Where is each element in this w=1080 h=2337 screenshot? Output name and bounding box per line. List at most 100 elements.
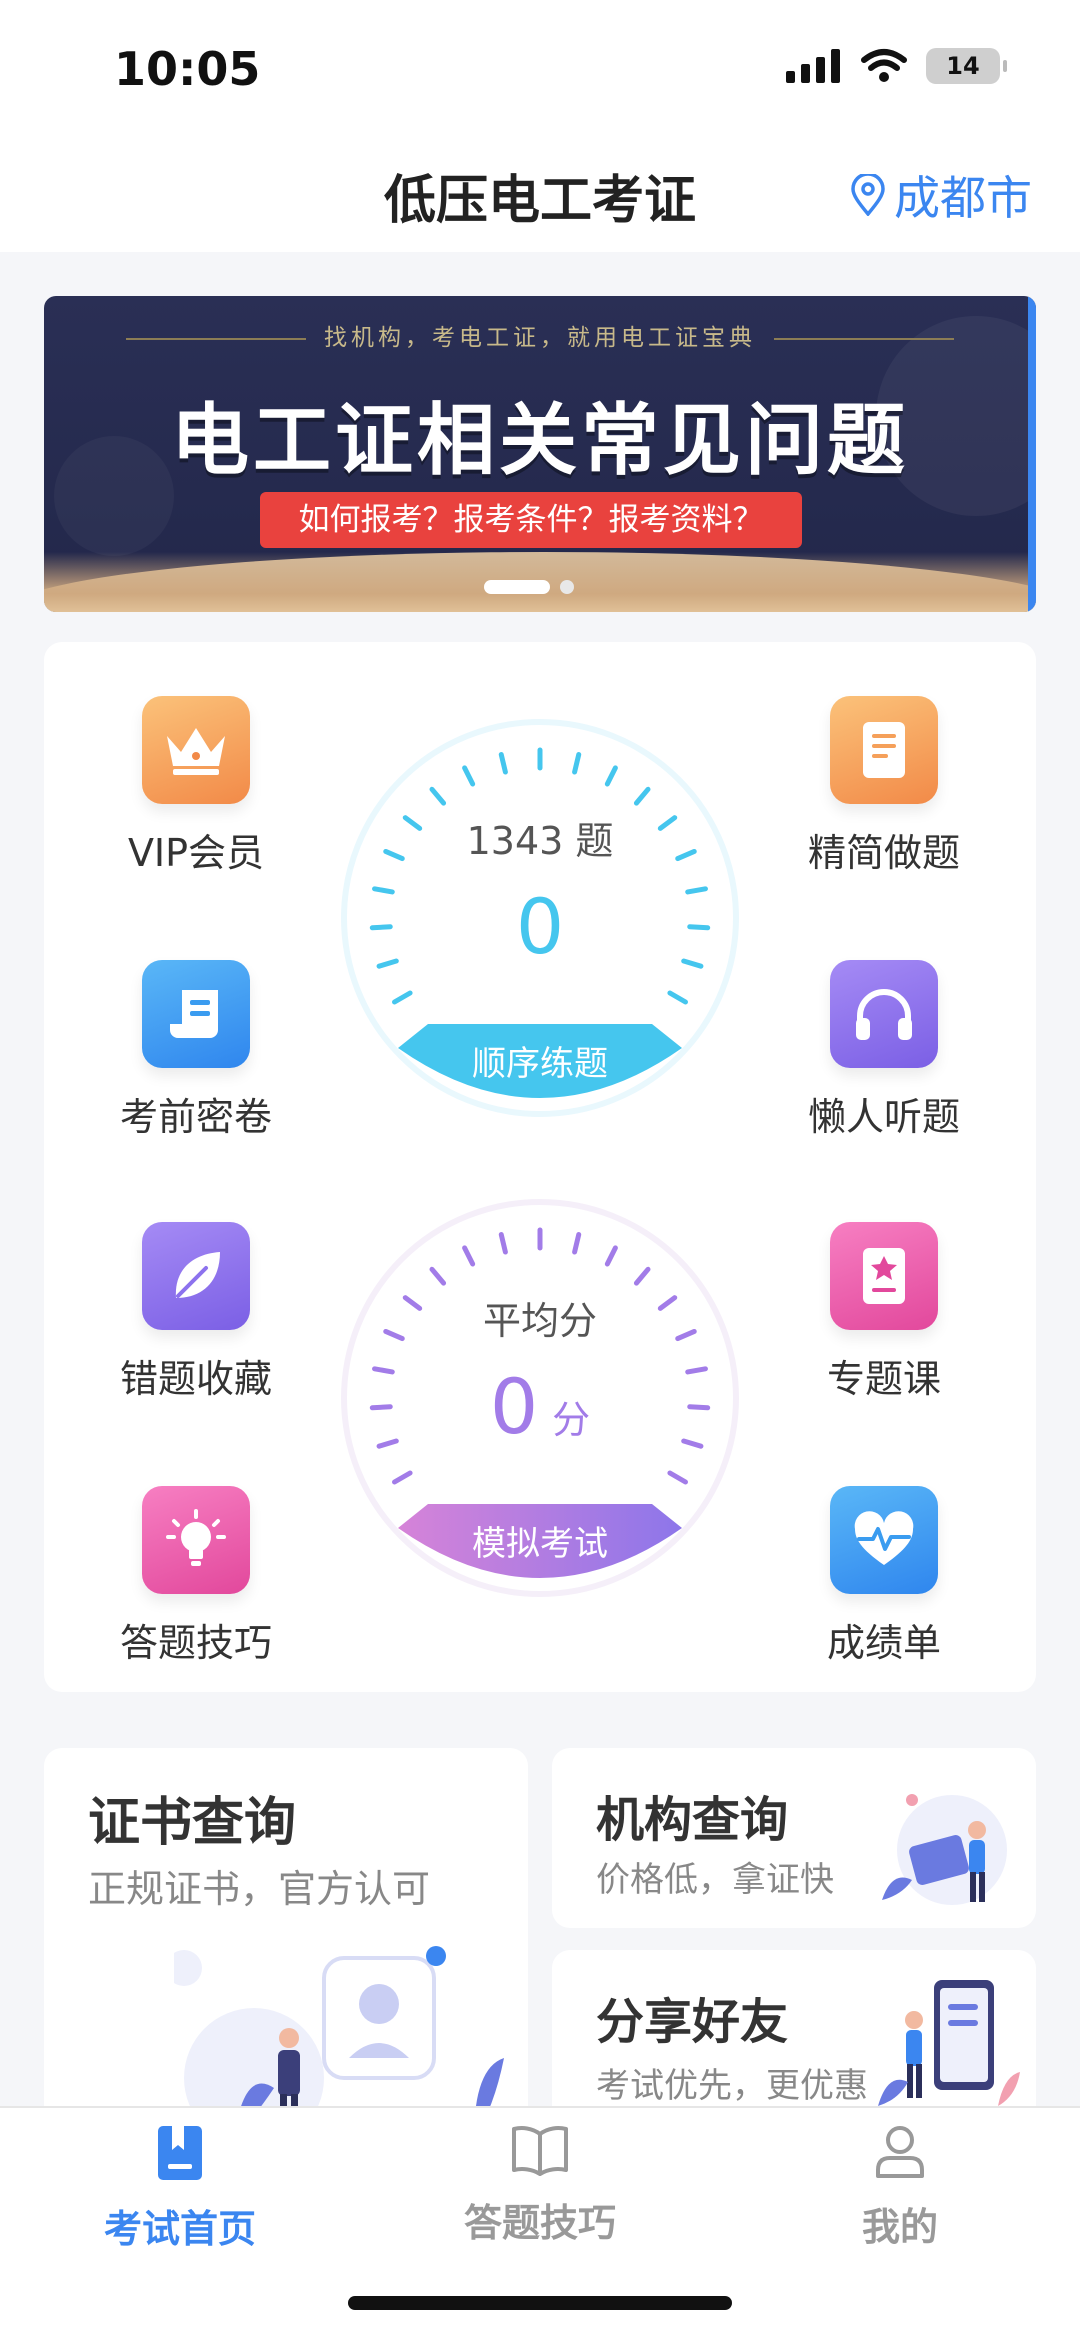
share-friends-title: 分享好友	[596, 1994, 789, 2050]
banner-tagline: 找机构，考电工证，就用电工证宝典	[44, 318, 1036, 352]
simplified-tile	[830, 696, 938, 804]
battery-icon: 14	[926, 48, 1007, 84]
institution-illustration	[882, 1794, 1007, 1905]
share-illustration	[878, 1980, 1020, 2106]
location-pin-icon	[851, 174, 885, 216]
battery-level: 14	[946, 52, 980, 80]
feature-label: 专题课	[826, 1357, 941, 1401]
certificate-query-card[interactable]: 证书查询 正规证书，官方认可	[44, 1748, 528, 2148]
carousel-dot[interactable]	[560, 580, 574, 594]
institution-query-subtitle: 价格低，拿证快	[596, 1860, 834, 1900]
city-selector[interactable]: 成都市	[850, 162, 1032, 228]
gauge-tick	[429, 1266, 447, 1286]
home-indicator	[348, 2296, 732, 2310]
tab-mine[interactable]: 我的	[780, 2124, 1020, 2251]
gauge-tick	[604, 1245, 618, 1267]
certificate-query-title: 证书查询	[88, 1793, 297, 1853]
divider	[774, 337, 954, 340]
wifi-icon	[861, 49, 907, 82]
topic-course-tile	[830, 1222, 938, 1330]
average-score-value: 0分	[340, 1362, 740, 1451]
feature-topic-course[interactable]: 专题课	[774, 1222, 994, 1403]
app-header: 低压电工考证 成都市	[0, 140, 1080, 252]
report-card-tile	[830, 1486, 938, 1594]
feature-label: 错题收藏	[119, 1357, 272, 1401]
practice-dial[interactable]: 1343 题 0 顺序练题	[340, 718, 740, 1118]
open-book-icon	[512, 2126, 568, 2176]
wrong-questions-tile	[142, 1222, 250, 1330]
gauge-tick	[667, 990, 688, 1005]
tab-mine-label: 我的	[861, 2205, 938, 2249]
share-friends-subtitle: 考试优先，更优惠	[596, 2066, 868, 2106]
carousel-dot-active[interactable]	[484, 580, 550, 594]
gauge-tick	[462, 765, 476, 787]
exam-paper-tile	[142, 960, 250, 1068]
tab-answer-tips-label: 答题技巧	[463, 2201, 616, 2245]
score-unit: 分	[552, 1398, 591, 1442]
feature-label: 考前密卷	[119, 1095, 272, 1139]
status-bar: 10:05 14	[0, 0, 1080, 140]
gauge-tick	[633, 1266, 651, 1286]
banner-edge	[1028, 296, 1036, 612]
feature-label: VIP会员	[127, 831, 265, 875]
feature-wrong-questions[interactable]: 错题收藏	[86, 1222, 306, 1403]
average-score-label: 平均分	[482, 1299, 597, 1343]
gauge-tick	[429, 786, 447, 806]
gauge-tick	[667, 1470, 688, 1485]
badge-book-icon	[863, 1248, 905, 1304]
crown-icon	[167, 728, 225, 775]
feature-label: 懒人听题	[807, 1095, 960, 1139]
lightbulb-icon	[166, 1509, 226, 1566]
feature-report-card[interactable]: 成绩单	[774, 1486, 994, 1667]
carousel-indicator[interactable]	[484, 580, 574, 594]
tab-answer-tips[interactable]: 答题技巧	[420, 2124, 660, 2247]
feature-vip[interactable]: VIP会员	[86, 696, 306, 877]
feature-exam-paper[interactable]: 考前密卷	[86, 960, 306, 1141]
feature-label: 答题技巧	[119, 1621, 272, 1665]
gauge-tick	[392, 1470, 413, 1485]
status-icons: 14	[786, 48, 1007, 84]
gauge-tick	[498, 1232, 508, 1255]
gauge-tick	[462, 1245, 476, 1267]
user-icon	[876, 2126, 924, 2178]
sequential-practice-label: 顺序练题	[472, 1044, 608, 1084]
book-bookmark-icon	[158, 2126, 202, 2180]
practice-progress-value: 0	[515, 882, 565, 971]
sequential-practice-button[interactable]: 顺序练题	[398, 1024, 682, 1116]
gauge-tick	[604, 765, 618, 787]
institution-query-card[interactable]: 机构查询 价格低，拿证快	[552, 1748, 1036, 1928]
document-icon	[863, 722, 905, 778]
feature-panel: VIP会员 考前密卷 错题收藏 答题技巧 精简做题 懒人听题 专题课 成绩单 1…	[44, 642, 1036, 1692]
certificate-query-subtitle: 正规证书，官方认可	[88, 1867, 431, 1911]
mock-exam-label: 模拟考试	[472, 1524, 608, 1564]
exam-dial[interactable]: 平均分 0分 模拟考试	[340, 1198, 740, 1598]
gauge-tick	[572, 752, 582, 775]
feature-label: 成绩单	[826, 1621, 941, 1665]
feature-listen[interactable]: 懒人听题	[774, 960, 994, 1141]
tab-exam-home[interactable]: 考试首页	[60, 2124, 300, 2253]
status-time: 10:05	[114, 42, 261, 96]
gauge-tick	[633, 786, 651, 806]
gauge-tick	[392, 990, 413, 1005]
answer-tips-tile	[142, 1486, 250, 1594]
promo-banner[interactable]: 找机构，考电工证，就用电工证宝典 电工证相关常见问题 如何报考？报考条件？报考资…	[44, 296, 1036, 612]
listen-tile	[830, 960, 938, 1068]
institution-query-title: 机构查询	[596, 1792, 789, 1848]
signal-icon	[786, 49, 840, 83]
tab-exam-home-label: 考试首页	[103, 2207, 256, 2251]
gauge-tick	[572, 1232, 582, 1255]
vip-tile	[142, 696, 250, 804]
average-score-number: 0	[489, 1362, 539, 1451]
heart-pulse-icon	[854, 1511, 914, 1565]
question-count: 1343 题	[466, 819, 614, 863]
divider	[126, 337, 306, 340]
banner-pill: 如何报考？报考条件？报考资料？	[260, 492, 802, 548]
mock-exam-button[interactable]: 模拟考试	[398, 1504, 682, 1596]
leaf-icon	[175, 1252, 220, 1298]
feature-label: 精简做题	[807, 831, 960, 875]
city-name: 成都市	[894, 171, 1032, 225]
feature-simplified[interactable]: 精简做题	[774, 696, 994, 877]
scroll-icon	[170, 990, 218, 1038]
feature-answer-tips[interactable]: 答题技巧	[86, 1486, 306, 1667]
banner-tagline-text: 找机构，考电工证，就用电工证宝典	[324, 325, 756, 351]
